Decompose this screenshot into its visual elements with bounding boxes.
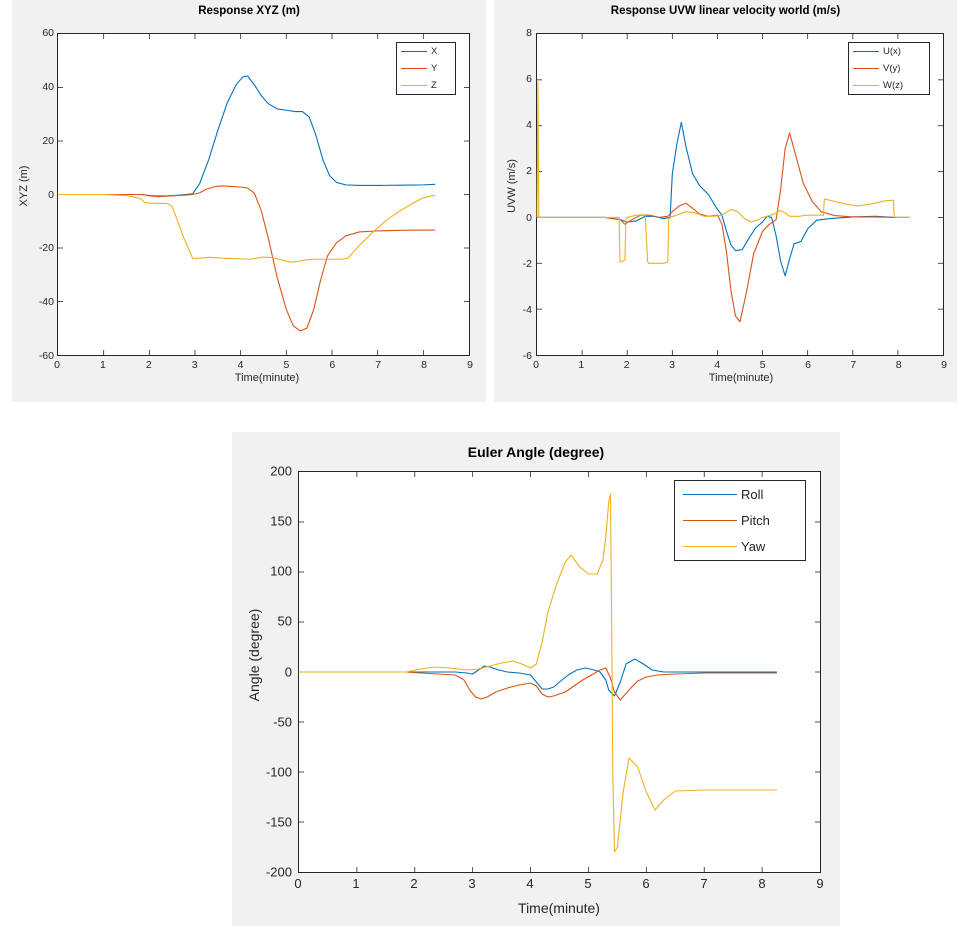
legend-item[interactable]: Z [401,80,451,91]
y-tick-uvw: -2 [522,257,532,270]
x-tick-euler: 9 [816,876,824,891]
legend-label-z: Z [431,80,437,91]
legend-label-u: U(x) [883,46,901,57]
y-tick-uvw: 8 [526,27,532,39]
y-tick-euler: -50 [273,714,292,730]
figure-euler-angle: Euler Angle (degree) Angle (degree) Time… [232,432,840,926]
y-tick-uvw: 6 [526,73,532,86]
legend-swatch-y [401,68,427,69]
x-tick-uvw: 5 [759,359,766,371]
series-line [536,121,910,277]
y-tick-xyz: 60 [42,27,54,39]
legend-item[interactable]: V(y) [853,63,925,74]
x-tick-xyz: 2 [145,359,152,371]
x-axis-label-xyz: Time(minute) [234,372,300,384]
x-tick-uvw: 8 [895,359,902,371]
y-tick-euler: 50 [277,613,292,629]
legend-label-v: V(y) [883,63,901,74]
legend-swatch-v [853,68,879,69]
x-tick-xyz: 5 [283,359,290,371]
x-tick-uvw: 6 [805,359,811,371]
y-tick-euler: 0 [284,664,292,679]
legend-uvw[interactable]: U(x) V(y) W(z) [848,42,930,95]
chart-title-uvw: Response UVW linear velocity world (m/s) [610,5,841,17]
x-tick-uvw: 4 [714,359,721,371]
y-tick-uvw: 2 [526,165,532,178]
legend-label-pitch: Pitch [741,513,770,528]
y-tick-xyz: 40 [42,80,54,93]
x-tick-uvw: 0 [533,359,539,371]
x-tick-uvw: 2 [623,359,630,371]
x-tick-euler: 8 [758,876,766,891]
x-tick-euler: 4 [526,876,534,891]
y-tick-euler: 100 [270,563,292,579]
legend-item[interactable]: Y [401,63,451,74]
x-tick-xyz: 3 [191,359,198,371]
figure-response-xyz: Response XYZ (m) XYZ (m) Time(minute) 60… [12,0,486,402]
y-tick-xyz: 0 [48,188,54,201]
x-tick-xyz: 8 [421,359,428,371]
legend-label-x: X [431,46,438,57]
x-tick-uvw: 9 [941,359,947,371]
x-tick-uvw: 7 [850,359,857,371]
x-tick-xyz: 9 [467,359,473,371]
series-line [57,185,436,332]
y-tick-xyz: -40 [38,296,54,309]
legend-euler[interactable]: Roll Pitch Yaw [674,480,806,561]
x-tick-euler: 5 [584,876,592,891]
legend-label-roll: Roll [741,487,764,502]
y-tick-euler: 200 [270,463,292,479]
figure-response-uvw: Response UVW linear velocity world (m/s)… [494,0,957,402]
x-tick-euler: 0 [294,876,302,891]
x-tick-xyz: 0 [54,359,60,371]
y-tick-uvw: 4 [526,119,532,132]
legend-swatch-pitch [683,520,737,521]
y-axis-label-xyz: XYZ (m) [18,165,30,207]
series-line [536,132,910,323]
y-tick-xyz: -20 [38,242,54,255]
legend-swatch-w [853,85,879,86]
x-tick-euler: 1 [352,876,360,891]
legend-item[interactable]: X [401,46,451,57]
x-tick-euler: 3 [468,876,476,891]
series-line [298,658,778,697]
chart-title-xyz: Response XYZ (m) [198,5,300,17]
legend-item[interactable]: Roll [683,487,797,502]
legend-item[interactable]: Pitch [683,513,797,528]
legend-label-y: Y [431,63,438,74]
y-tick-euler: -100 [265,764,292,780]
x-tick-xyz: 1 [99,359,106,371]
x-tick-euler: 2 [410,876,418,891]
x-tick-uvw: 1 [578,359,585,371]
legend-swatch-x [401,51,427,52]
series-line [536,81,910,264]
chart-title-euler: Euler Angle (degree) [467,444,605,460]
y-tick-xyz: 20 [42,134,54,147]
y-tick-uvw: -4 [522,303,532,316]
legend-item[interactable]: Yaw [683,539,797,554]
legend-item[interactable]: U(x) [853,46,925,57]
legend-label-w: W(z) [883,80,904,91]
y-tick-euler: -150 [265,814,292,830]
x-tick-xyz: 4 [237,359,244,371]
x-tick-euler: 7 [700,876,708,891]
legend-swatch-u [853,51,879,52]
series-line [57,193,436,263]
figure-page: Response XYZ (m) XYZ (m) Time(minute) 60… [0,0,957,926]
x-axis-label-euler: Time(minute) [518,900,600,916]
x-tick-euler: 6 [642,876,650,891]
x-tick-xyz: 7 [375,359,382,371]
x-axis-label-uvw: Time(minute) [708,372,774,384]
series-line [57,75,436,197]
legend-xyz[interactable]: X Y Z [396,42,456,95]
x-tick-uvw: 3 [669,359,675,371]
legend-label-yaw: Yaw [741,539,766,554]
legend-swatch-yaw [683,546,737,547]
legend-swatch-z [401,85,427,86]
legend-item[interactable]: W(z) [853,80,925,91]
x-tick-xyz: 6 [329,359,336,371]
legend-swatch-roll [683,494,737,495]
y-tick-uvw: 0 [526,211,532,224]
y-tick-euler: 150 [270,513,292,529]
